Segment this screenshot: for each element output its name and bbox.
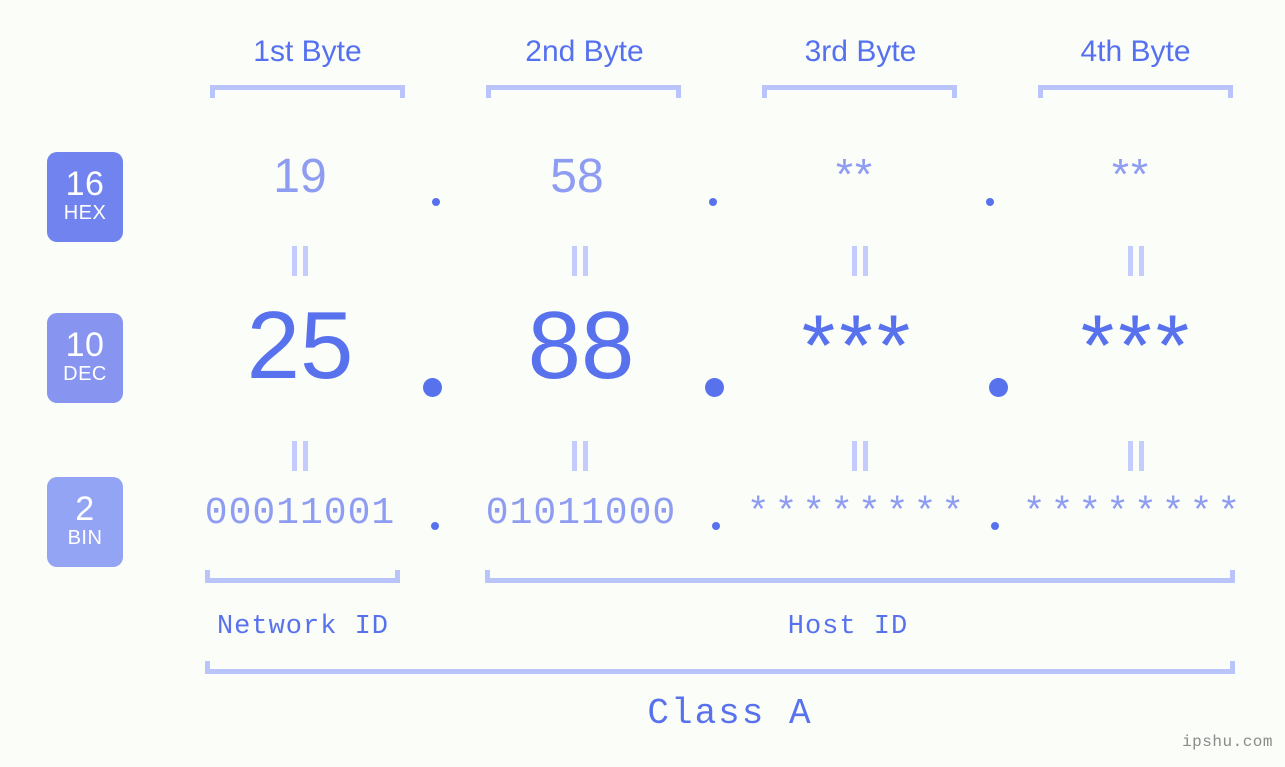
equals-mark-dec-bin-1 xyxy=(289,441,311,471)
base-badge-bin-number: 2 xyxy=(75,490,95,528)
bin-byte-4-value: ******** xyxy=(1022,492,1246,535)
hex-byte-2-value: 58 xyxy=(550,150,604,203)
hex-byte-1-value: 19 xyxy=(273,150,327,203)
byte-header-1: 1st Byte xyxy=(253,35,362,68)
base-badge-hex-number: 16 xyxy=(65,165,105,203)
equals-mark-dec-bin-2 xyxy=(569,441,591,471)
bin-byte-3-value: ******** xyxy=(746,492,970,535)
base-badge-bin-label: BIN xyxy=(67,527,103,549)
equals-mark-dec-bin-3 xyxy=(849,441,871,471)
equals-mark-dec-bin-4 xyxy=(1125,441,1147,471)
base-badge-hex: 16 HEX xyxy=(47,152,123,242)
bin-byte-1-value: 00011001 xyxy=(204,492,396,535)
base-badge-dec-number: 10 xyxy=(65,326,105,364)
equals-mark-hex-dec-2 xyxy=(569,246,591,276)
equals-mark-hex-dec-1 xyxy=(289,246,311,276)
byte-bracket-2 xyxy=(486,85,681,98)
bin-dot-separator-3 xyxy=(991,522,999,530)
network-id-bracket xyxy=(205,570,400,583)
byte-bracket-1 xyxy=(210,85,405,98)
dec-byte-4-value: *** xyxy=(1080,298,1194,394)
dec-byte-3-value: *** xyxy=(801,298,915,394)
host-id-label: Host ID xyxy=(787,612,909,642)
bin-dot-separator-2 xyxy=(712,522,720,530)
dec-dot-separator-3 xyxy=(989,378,1008,397)
network-id-label: Network ID xyxy=(216,612,390,642)
base-badge-dec: 10 DEC xyxy=(47,313,123,403)
ip-byte-breakdown-diagram: 1st Byte 2nd Byte 3rd Byte 4th Byte 16 H… xyxy=(0,0,1285,767)
dec-byte-1-value: 25 xyxy=(246,292,354,399)
class-label: Class A xyxy=(647,693,813,734)
equals-mark-hex-dec-4 xyxy=(1125,246,1147,276)
byte-header-2: 2nd Byte xyxy=(525,35,644,68)
dec-dot-separator-1 xyxy=(423,378,442,397)
base-badge-bin: 2 BIN xyxy=(47,477,123,567)
hex-dot-separator-3 xyxy=(986,198,994,206)
hex-dot-separator-1 xyxy=(432,198,440,206)
host-id-bracket xyxy=(485,570,1235,583)
byte-bracket-4 xyxy=(1038,85,1233,98)
equals-mark-hex-dec-3 xyxy=(849,246,871,276)
hex-byte-4-value: ** xyxy=(1111,150,1151,199)
base-badge-dec-label: DEC xyxy=(63,363,107,385)
class-bracket xyxy=(205,661,1235,674)
bin-byte-2-value: 01011000 xyxy=(485,492,677,535)
byte-bracket-3 xyxy=(762,85,957,98)
base-badge-hex-label: HEX xyxy=(63,202,107,224)
bin-dot-separator-1 xyxy=(431,522,439,530)
hex-dot-separator-2 xyxy=(709,198,717,206)
dec-byte-2-value: 88 xyxy=(527,292,635,399)
byte-header-4: 4th Byte xyxy=(1080,35,1191,68)
byte-header-3: 3rd Byte xyxy=(804,35,917,68)
hex-byte-3-value: ** xyxy=(835,150,875,199)
watermark: ipshu.com xyxy=(1182,733,1273,751)
dec-dot-separator-2 xyxy=(705,378,724,397)
